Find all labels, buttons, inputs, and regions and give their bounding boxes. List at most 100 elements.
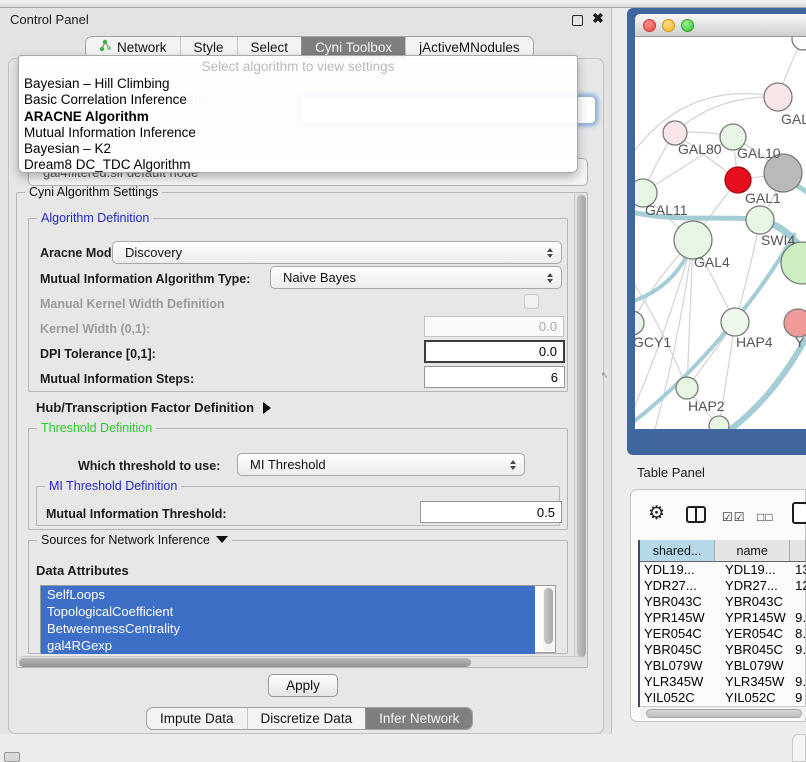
dropdown-item-aracne[interactable]: ARACNE Algorithm [19,109,577,125]
dropdown-item-mutual-information[interactable]: Mutual Information Inference [19,125,577,141]
cell-name: YLR345W [715,674,790,690]
dropdown-item-bayesian-k2[interactable]: Bayesian – K2 [19,141,577,157]
settings-gear-icon[interactable]: ⚙ [648,504,665,523]
dropdown-item-bayesian-hill-climbing[interactable]: Bayesian – Hill Climbing [19,76,577,92]
node-swi4[interactable] [746,206,774,234]
select-all-columns-icon[interactable]: ☑☑ [722,510,746,524]
zoom-traffic-light-icon[interactable] [681,19,694,32]
cell-col3 [790,594,806,610]
show-columns-icon[interactable] [686,506,706,523]
mi-algorithm-type-combobox[interactable]: Naive Bayes [270,266,562,289]
float-panel-icon[interactable] [572,15,583,26]
cell-col3: 12 [790,578,806,594]
column-header-partial[interactable] [790,540,806,561]
kernel-width-label: Kernel Width (0,1): [40,322,150,336]
mi-threshold-definition-title: MI Threshold Definition [45,479,181,493]
column-header-shared[interactable]: shared... [640,540,715,561]
cell-col3: 8. [790,626,806,642]
cell-col3: 9. [790,642,806,658]
table-horizontal-scrollbar[interactable] [640,706,806,718]
control-panel-title: Control Panel [0,8,612,32]
collapsed-panel-icon[interactable] [4,752,20,762]
table-row[interactable]: YBL079WYBL079W [640,658,806,674]
table-row[interactable]: YDL19...YDL19...13 [640,562,806,578]
cell-shared: YBR045C [640,642,715,658]
cell-col3: 13 [790,562,806,578]
list-item-topologicalcoefficient[interactable]: TopologicalCoefficient [41,603,535,620]
dropdown-item-basic-correlation[interactable]: Basic Correlation Inference [19,92,577,108]
settings-vertical-scrollbar-thumb[interactable] [577,195,586,657]
settings-horizontal-scrollbar[interactable] [18,656,586,667]
list-item-gal4rgexp[interactable]: gal4RGexp [41,637,535,654]
dropdown-placeholder: Select algorithm to view settings [19,58,577,76]
table-row[interactable]: YIL052CYIL052C9 [640,690,806,706]
which-threshold-label: Which threshold to use: [78,459,220,473]
node-gcy1[interactable] [635,311,644,335]
data-attributes-label: Data Attributes [36,563,129,578]
cell-shared: YDR27... [640,578,715,594]
tab-infer-network[interactable]: Infer Network [365,708,472,729]
node-hap2[interactable] [676,377,698,399]
sources-title[interactable]: Sources for Network Inference [37,533,232,547]
table-row[interactable]: YLR345WYLR345W9. [640,674,806,690]
cell-shared: YLR345W [640,674,715,690]
algorithm-dropdown-popup: Select algorithm to view settings Bayesi… [18,55,578,173]
dpi-tolerance-field[interactable]: 0.0 [424,340,565,363]
settings-vertical-scrollbar[interactable] [574,194,586,660]
table-row[interactable]: YBR043CYBR043C [640,594,806,610]
cyni-algorithm-settings-title: Cyni Algorithm Settings [25,185,162,199]
dropdown-item-dream8[interactable]: Dream8 DC_TDC Algorithm [19,157,577,173]
cell-shared: YIL052C [640,690,715,706]
settings-horizontal-scrollbar-thumb[interactable] [19,658,471,667]
attributes-list-scrollbar-thumb[interactable] [544,588,553,644]
top-toolbar-edge [0,0,806,8]
minimize-traffic-light-icon[interactable] [662,19,675,32]
hub-definition-toggle[interactable]: Hub/Transcription Factor Definition [36,400,271,415]
mi-steps-field[interactable]: 6 [424,366,565,388]
attributes-list-scrollbar[interactable] [543,587,554,651]
tab-impute-data[interactable]: Impute Data [147,708,247,729]
table-horizontal-scrollbar-thumb[interactable] [646,709,802,718]
aracne-mode-combobox[interactable]: Discovery [112,241,562,264]
hub-definition-label: Hub/Transcription Factor Definition [36,400,254,415]
table-body[interactable]: YDL19...YDL19...13 YDR27...YDR27...12 YB… [640,562,806,707]
node-unlabeled[interactable] [792,37,806,50]
table-row[interactable]: YER054CYER054C8. [640,626,806,642]
node-gal[interactable] [764,83,792,111]
data-attributes-list[interactable]: SelfLoops TopologicalCoefficient Between… [40,585,556,653]
manual-kernel-width-checkbox[interactable] [524,294,539,309]
bottom-right-panel-corner [792,734,806,762]
apply-button[interactable]: Apply [268,674,338,697]
function-builder-icon[interactable] [792,502,806,524]
network-canvas[interactable]: GAL GAL80 GAL10 GAL1 GAL11 SWI4 GAL4 GCY… [635,37,806,429]
tab-discretize-data-label: Discretize Data [261,708,353,729]
manual-kernel-width-label: Manual Kernel Width Definition [40,297,225,311]
mi-steps-label: Mutual Information Steps: [40,372,194,386]
node-label: Y [795,334,805,350]
deselect-all-columns-icon[interactable]: □□ [757,510,774,524]
list-item-betweennesscentrality[interactable]: BetweennessCentrality [41,620,535,637]
close-panel-icon[interactable]: ✖ [592,10,604,27]
kernel-width-field[interactable]: 0.0 [424,316,564,337]
table-row[interactable]: YBR045CYBR045C9. [640,642,806,658]
table-row[interactable]: YDR27...YDR27...12 [640,578,806,594]
collapse-arrow-icon[interactable] [216,536,228,543]
mi-threshold-field[interactable]: 0.5 [420,501,562,523]
cell-name: YER054C [715,626,790,642]
node-hap4[interactable] [721,308,749,336]
network-window-titlebar[interactable] [635,14,806,37]
mi-steps-value: 6 [551,370,558,385]
node-label: GAL1 [745,190,781,206]
tab-discretize-data[interactable]: Discretize Data [247,708,366,729]
which-threshold-combobox[interactable]: MI Threshold [237,453,525,476]
splitter-arrow-icon[interactable]: ↖ [601,370,609,381]
column-header-name[interactable]: name [715,540,790,561]
expand-arrow-icon[interactable] [263,402,271,414]
node-label: GCY1 [635,334,671,350]
node-salmon[interactable] [784,309,806,337]
close-traffic-light-icon[interactable] [643,19,656,32]
list-item-selfloops[interactable]: SelfLoops [41,586,535,603]
table-row[interactable]: YPR145WYPR145W9. [640,610,806,626]
kernel-width-value: 0.0 [539,319,557,334]
threshold-definition-title: Threshold Definition [37,421,156,435]
